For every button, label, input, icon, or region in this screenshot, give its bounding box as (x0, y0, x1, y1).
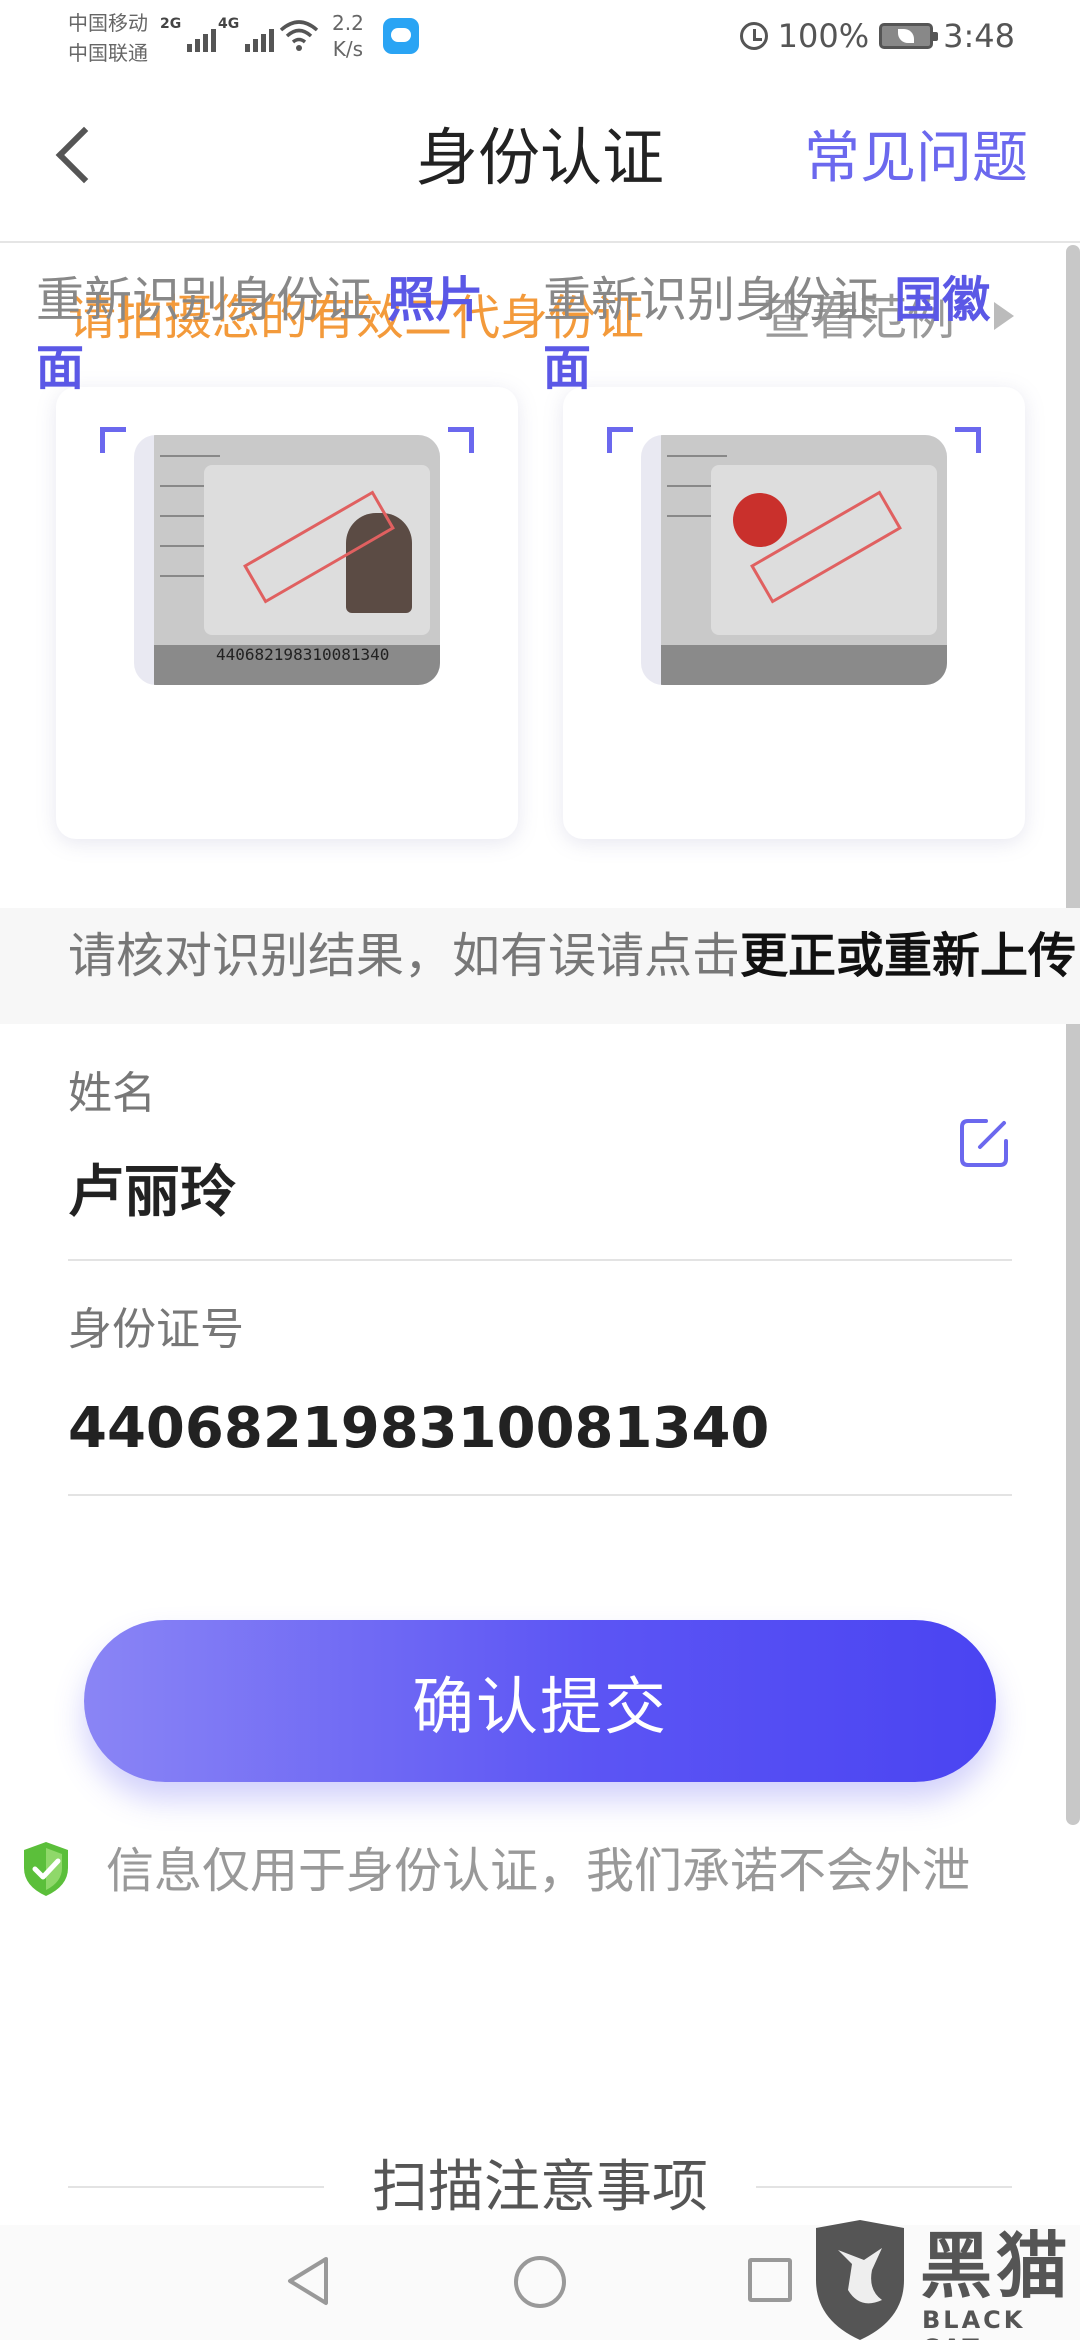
signal-2g-label: 2G (160, 16, 182, 32)
watermark-sub: BLACK CAT (922, 2306, 1026, 2340)
scan-notes-title: 扫描注意事项 (372, 2155, 708, 2220)
network-speed-value: 2.2 (332, 11, 364, 35)
confirm-submit-button[interactable]: 确认提交 (84, 1620, 996, 1782)
rescan-back-prefix: 重新识别身份证 (543, 272, 880, 328)
verify-text: 请核对识别结果，如有误请点击更正或重新上传 (68, 916, 1080, 996)
battery-percent: 100% (777, 17, 870, 55)
corner-bracket-icon (100, 427, 126, 453)
battery-icon (879, 23, 939, 49)
signal-2g-icon: 2G (160, 16, 217, 52)
cat-shield-logo-icon (816, 2220, 904, 2340)
screen: 中国移动 中国联通 2G 4G 2.2 K/s 100% 3:48 身份认证 常… (0, 0, 1080, 2340)
verify-notice: 请核对识别结果，如有误请点击更正或重新上传 (0, 908, 1080, 1024)
corner-bracket-icon (448, 427, 474, 453)
nav-back-icon[interactable] (286, 2255, 330, 2307)
id-back-card[interactable] (563, 387, 1025, 839)
photo-id-number: 440682198310081340 (216, 645, 390, 664)
id-number-label: 身份证号 (68, 1304, 244, 1355)
rescan-front-suffix: 面 (36, 340, 85, 396)
status-bar: 中国移动 中国联通 2G 4G 2.2 K/s 100% 3:48 (0, 0, 1080, 75)
signal-4g-label: 4G (218, 16, 240, 32)
corner-bracket-icon (955, 427, 981, 453)
nav-recents-icon[interactable] (748, 2258, 792, 2302)
corner-bracket-icon (607, 427, 633, 453)
id-number-value: 440682198310081340 (68, 1396, 770, 1461)
clock: 3:48 (943, 17, 1015, 55)
correct-or-reupload-link[interactable]: 更正或重新上传 (740, 928, 1076, 984)
id-front-card[interactable]: 440682198310081340 (56, 387, 518, 839)
id-emblem-side-image (641, 435, 947, 685)
rescan-front-highlight: 照片 (387, 272, 484, 328)
divider (756, 2186, 1012, 2188)
rescan-front-label[interactable]: 重新识别身份证 照片 面 (36, 266, 536, 402)
name-value: 卢丽玲 (68, 1160, 236, 1225)
scrollbar[interactable] (1066, 245, 1080, 1825)
signal-4g-icon: 4G (218, 16, 275, 52)
watermark-name: 黑猫 (920, 2224, 1073, 2308)
divider (68, 1494, 1012, 1496)
rescan-back-suffix: 面 (543, 340, 592, 396)
shield-check-icon (24, 1842, 68, 1896)
name-label: 姓名 (68, 1068, 156, 1119)
black-cat-watermark: 黑猫 BLACK CAT (808, 2220, 1080, 2340)
rescan-back-label[interactable]: 重新识别身份证 国徽 面 (543, 266, 1043, 402)
verify-text-plain: 请核对识别结果，如有误请点击 (68, 928, 741, 984)
national-emblem-image (733, 493, 787, 547)
status-right: 100% 3:48 (739, 14, 1015, 58)
divider (68, 1259, 1012, 1261)
notification-app-icon (383, 18, 419, 54)
privacy-note: 信息仅用于身份认证，我们承诺不会外泄 (106, 1843, 971, 1899)
alarm-icon (739, 22, 768, 50)
id-photo-side-image: 440682198310081340 (134, 435, 440, 685)
carrier-names: 中国移动 中国联通 (68, 8, 148, 68)
carrier-1: 中国移动 (68, 11, 148, 35)
nav-home-icon[interactable] (514, 2256, 566, 2308)
carrier-2: 中国联通 (68, 41, 148, 65)
app-header: 身份认证 常见问题 (0, 75, 1080, 243)
network-speed: 2.2 K/s (332, 10, 364, 62)
rescan-front-prefix: 重新识别身份证 (36, 272, 373, 328)
edit-icon[interactable] (956, 1115, 1012, 1171)
rescan-back-highlight: 国徽 (894, 272, 991, 328)
wifi-icon (279, 20, 319, 51)
network-speed-unit: K/s (332, 37, 364, 61)
faq-link[interactable]: 常见问题 (804, 121, 1028, 197)
